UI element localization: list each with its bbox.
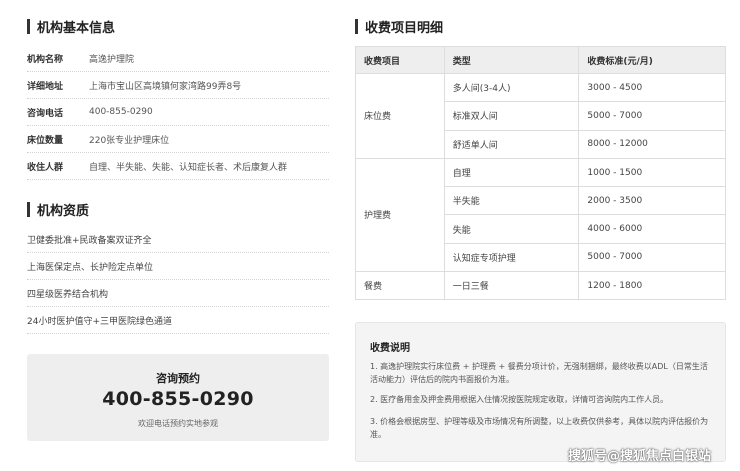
notes-title: 收费说明 xyxy=(370,343,410,354)
fee-price: 1200 - 1800 xyxy=(578,271,726,301)
consult-phone[interactable]: 400-855-0290 xyxy=(27,388,329,410)
fee-price: 2000 - 3500 xyxy=(578,186,726,216)
heading-bar xyxy=(27,19,30,34)
header-price: 收费标准(元/月) xyxy=(578,46,726,74)
fee-type: 认知症专项护理 xyxy=(443,242,580,273)
basic-info-heading: 机构基本信息 xyxy=(27,17,115,36)
fee-category: 护理费 xyxy=(355,157,445,273)
info-value[interactable]: 400-855-0290 xyxy=(89,107,153,117)
fee-price: 4000 - 6000 xyxy=(578,214,726,244)
fees-heading: 收费项目明细 xyxy=(355,17,443,36)
fee-type: 舒适单人间 xyxy=(443,129,580,159)
info-row-phone: 咨询电话 400-855-0290 xyxy=(27,99,329,126)
heading-bar xyxy=(355,19,358,34)
info-value: 220张专业护理床位 xyxy=(89,135,170,146)
consult-title: 咨询预约 xyxy=(156,372,200,385)
fee-notes-card: 收费说明 1. 高逸护理院实行床位费 + 护理费 + 餐费分项计价，无强制捆绑，… xyxy=(355,322,726,462)
info-label: 收住人群 xyxy=(27,162,64,173)
fee-price: 5000 - 7000 xyxy=(578,101,726,131)
fee-type: 失能 xyxy=(443,214,580,244)
table-row: 护理费 自理 1000 - 1500 xyxy=(355,157,726,273)
fee-category: 床位费 xyxy=(355,73,445,159)
info-value: 上海市宝山区高境镇何家湾路99弄8号 xyxy=(89,81,242,92)
qualification-item: 24小时医护值守+三甲医院绿色通道 xyxy=(27,307,329,334)
info-label: 机构名称 xyxy=(27,54,64,65)
consult-note: 欢迎电话预约实地参观 xyxy=(138,419,218,428)
fees-title: 收费项目明细 xyxy=(365,21,444,36)
header-type: 类型 xyxy=(443,46,580,74)
heading-bar xyxy=(27,202,30,217)
fee-type: 半失能 xyxy=(443,186,580,216)
note-item: 2. 医疗备用金及押金费用根据入住情况按医院规定收取，详情可咨询院内工作人员。 xyxy=(370,395,669,404)
info-value: 高逸护理院 xyxy=(89,54,135,65)
qualification-heading: 机构资质 xyxy=(27,200,89,219)
note-item: 3. 价格会根据房型、护理等级及市场情况有所调整，以上收费仅供参考，具体以院内评… xyxy=(370,417,709,439)
fee-type: 一日三餐 xyxy=(443,271,580,301)
fee-price: 5000 - 7000 xyxy=(578,242,726,273)
fee-price: 1000 - 1500 xyxy=(578,157,726,188)
fee-table-header: 收费项目 类型 收费标准(元/月) xyxy=(355,46,726,74)
fee-price: 3000 - 4500 xyxy=(578,72,726,103)
info-label: 详细地址 xyxy=(27,81,64,92)
qualification-title: 机构资质 xyxy=(37,204,90,219)
fee-price: 8000 - 12000 xyxy=(578,129,726,159)
info-value: 自理、半失能、失能、认知症长者、术后康复人群 xyxy=(89,162,288,173)
basic-info-title: 机构基本信息 xyxy=(37,21,116,36)
fee-type: 标准双人间 xyxy=(443,101,580,131)
qualification-item: 四星级医养结合机构 xyxy=(27,280,329,307)
fee-type: 自理 xyxy=(443,157,580,188)
qualification-item: 上海医保定点、长护险定点单位 xyxy=(27,253,329,280)
fee-category: 餐费 xyxy=(355,271,445,301)
info-row-residents: 收住人群 自理、半失能、失能、认知症长者、术后康复人群 xyxy=(27,153,329,180)
consult-card: 咨询预约 400-855-0290 欢迎电话预约实地参观 xyxy=(27,354,329,441)
header-category: 收费项目 xyxy=(355,46,445,74)
info-row-name: 机构名称 高逸护理院 xyxy=(27,45,329,72)
info-row-beds: 床位数量 220张专业护理床位 xyxy=(27,126,329,153)
table-row: 床位费 多人间(3-4人) 3000 - 4500 xyxy=(355,72,726,159)
table-row: 餐费 一日三餐 1200 - 1800 xyxy=(355,271,726,301)
watermark: 搜狐号@搜狐焦点白银站 xyxy=(568,449,712,464)
info-label: 咨询电话 xyxy=(27,108,64,119)
fee-type: 多人间(3-4人) xyxy=(443,72,580,103)
info-label: 床位数量 xyxy=(27,135,64,146)
info-row-address: 详细地址 上海市宝山区高境镇何家湾路99弄8号 xyxy=(27,72,329,99)
note-item: 1. 高逸护理院实行床位费 + 护理费 + 餐费分项计价，无强制捆绑，最终收费以… xyxy=(370,362,708,384)
fee-table: 收费项目 类型 收费标准(元/月) 床位费 多人间(3-4人) 3000 - 4… xyxy=(355,46,726,301)
qualification-item: 卫健委批准+民政备案双证齐全 xyxy=(27,226,329,253)
